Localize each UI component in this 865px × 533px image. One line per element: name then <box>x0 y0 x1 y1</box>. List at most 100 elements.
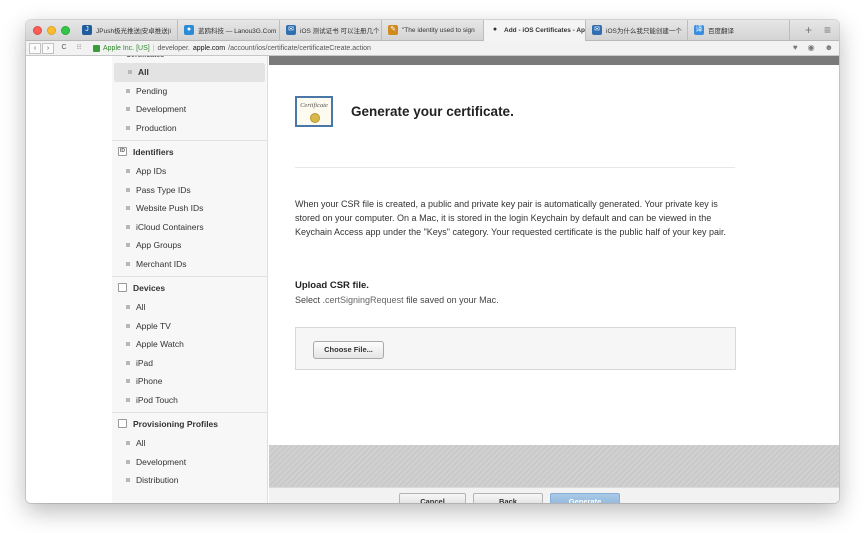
action-footer: Cancel Back Generate <box>269 487 839 503</box>
divider <box>295 167 735 168</box>
tab-bar-actions: + ≡ <box>805 23 831 37</box>
tab-5[interactable]: ✉ iOS为什么我只能创建一个 <box>586 20 688 41</box>
sidebar-item-id-merchant-ids[interactable]: Merchant IDs <box>112 255 267 274</box>
sidebar-item-cert-development[interactable]: Development <box>112 100 267 119</box>
sidebar-item-label: iPhone <box>136 376 163 387</box>
file-upload-area: Choose File... <box>295 327 736 370</box>
sidebar-item-label: Pending <box>136 85 168 96</box>
extension-icon[interactable]: ◉ <box>808 43 815 52</box>
id-icon: ID <box>118 147 127 156</box>
sidebar-item-id-app-groups[interactable]: App Groups <box>112 236 267 255</box>
tab-label: "The identity used to sign <box>402 26 475 34</box>
sidebar-item-profile-distribution[interactable]: Distribution <box>112 471 267 490</box>
sidebar-item-device-apple-tv[interactable]: Apple TV <box>112 317 267 336</box>
forward-nav-icon[interactable]: › <box>42 42 54 54</box>
certificate-icon-label: Certificate <box>300 102 328 109</box>
certificate-icon: Certificate <box>295 96 333 127</box>
upload-subtitle: Select .certSigningRequest file saved on… <box>295 295 499 305</box>
favicon-icon: 译 <box>694 25 704 35</box>
minimize-window-button[interactable] <box>47 25 56 35</box>
bullet-icon <box>128 70 132 75</box>
site-identity: Apple Inc. [US] <box>103 44 150 52</box>
tab-4[interactable]: ● Add - iOS Certificates - Ap <box>484 20 586 41</box>
tab-2[interactable]: ✉ iOS 测试证书 可以注册几个 <box>280 20 382 41</box>
favicon-icon: ● <box>184 25 194 35</box>
sidebar-item-cert-all[interactable]: All <box>114 63 265 82</box>
zoom-window-button[interactable] <box>61 25 70 35</box>
url-field[interactable]: Apple Inc. [US] | developer. apple.com/ac… <box>93 44 371 52</box>
sidebar-item-label: Distribution <box>136 475 179 486</box>
bullet-icon <box>126 305 130 310</box>
bullet-icon <box>126 397 130 402</box>
apple-icon: ● <box>492 26 498 33</box>
lock-icon <box>93 44 100 52</box>
tab-1[interactable]: ● 蓝鸥科技 — Lanou3G.Com <box>178 20 280 41</box>
sidebar-item-id-pass-type-ids[interactable]: Pass Type IDs <box>112 181 267 200</box>
sidebar-item-device-apple-watch[interactable]: Apple Watch <box>112 335 267 354</box>
tab-label: JPush极光推送|安卓推送|i <box>96 28 171 35</box>
back-button[interactable]: Back <box>473 493 543 503</box>
sidebar-item-label: iCloud Containers <box>136 221 204 232</box>
bullet-icon <box>126 243 130 248</box>
generate-button[interactable]: Generate <box>550 493 620 503</box>
sidebar-item-device-iphone[interactable]: iPhone <box>112 372 267 391</box>
bullet-icon <box>126 206 130 211</box>
page-title: Generate your certificate. <box>351 104 514 119</box>
sidebar-item-label: Development <box>136 104 187 115</box>
favicon-icon: ✉ <box>592 25 602 35</box>
url-prefix: developer. <box>157 44 190 52</box>
sidebar-item-device-ipod-touch[interactable]: iPod Touch <box>112 391 267 410</box>
sidebar-item-label: iPad <box>136 357 154 368</box>
url-domain: apple.com <box>192 44 226 52</box>
sidebar-item-device-ipad[interactable]: iPad <box>112 354 267 373</box>
upload-sub-suffix: file saved on your Mac. <box>403 295 499 305</box>
bullet-icon <box>126 379 130 384</box>
sidebar-item-profile-all[interactable]: All <box>112 434 267 453</box>
heart-icon[interactable]: ♥ <box>793 43 798 52</box>
upload-sub-prefix: Select <box>295 295 323 305</box>
tab-label: iOS为什么我只能创建一个 <box>606 28 682 35</box>
seal-icon <box>310 113 320 123</box>
upload-sub-extension: .certSigningRequest <box>322 295 404 305</box>
tab-label: Add - iOS Certificates - Ap <box>504 26 586 34</box>
new-tab-icon[interactable]: + <box>805 23 812 37</box>
address-bar: ‹ › C ⁝⁝ Apple Inc. [US] | developer. app… <box>26 41 839 56</box>
traffic-lights <box>26 25 76 35</box>
certificates-list: All Pending Development Production <box>112 63 267 137</box>
sidebar-heading-certificates: Certificates <box>112 56 267 63</box>
tab-0[interactable]: J JPush极光推送|安卓推送|i <box>76 20 178 41</box>
profiles-label: Provisioning Profiles <box>133 418 219 429</box>
sidebar-item-id-app-ids[interactable]: App IDs <box>112 162 267 181</box>
apps-grid-icon[interactable]: ⁝⁝ <box>73 43 85 54</box>
sidebar-heading-profiles: Provisioning Profiles <box>112 412 267 434</box>
sidebar-item-device-all[interactable]: All <box>112 298 267 317</box>
sidebar-heading-identifiers: ID Identifiers <box>112 140 267 162</box>
favicon-icon: J <box>82 25 92 35</box>
sidebar-item-label: Development <box>136 456 187 467</box>
url-separator: | <box>152 44 155 52</box>
profiles-list: All Development Distribution <box>112 434 267 490</box>
bullet-icon <box>126 342 130 347</box>
account-icon[interactable]: ☻ <box>825 43 833 52</box>
bullet-icon <box>126 107 130 112</box>
tab-3[interactable]: ✎ "The identity used to sign <box>382 20 484 41</box>
address-bar-actions: ♥ ◉ ☻ <box>793 43 833 52</box>
choose-file-button[interactable]: Choose File... <box>313 341 384 359</box>
close-window-button[interactable] <box>33 25 42 35</box>
sidebar-item-id-icloud-containers[interactable]: iCloud Containers <box>112 218 267 237</box>
sidebar-item-cert-pending[interactable]: Pending <box>112 82 267 101</box>
sidebar-item-label: All <box>138 67 149 78</box>
tab-menu-icon[interactable]: ≡ <box>824 23 831 37</box>
reload-icon[interactable]: C <box>58 43 70 54</box>
back-nav-icon[interactable]: ‹ <box>29 42 41 54</box>
sidebar-item-label: All <box>136 302 146 313</box>
sidebar-item-profile-development[interactable]: Development <box>112 453 267 472</box>
cancel-button[interactable]: Cancel <box>399 493 466 503</box>
tab-6[interactable]: 译百度翻译 <box>688 20 790 41</box>
sidebar-item-cert-production[interactable]: Production <box>112 119 267 138</box>
devices-list: All Apple TV Apple Watch iPad iPhone iPod Tou… <box>112 298 267 409</box>
sidebar-item-label: Apple TV <box>136 320 171 331</box>
sidebar-item-label: All <box>136 438 146 449</box>
sidebar-item-id-website-push-ids[interactable]: Website Push IDs <box>112 199 267 218</box>
sidebar-item-label: Apple Watch <box>136 339 184 350</box>
